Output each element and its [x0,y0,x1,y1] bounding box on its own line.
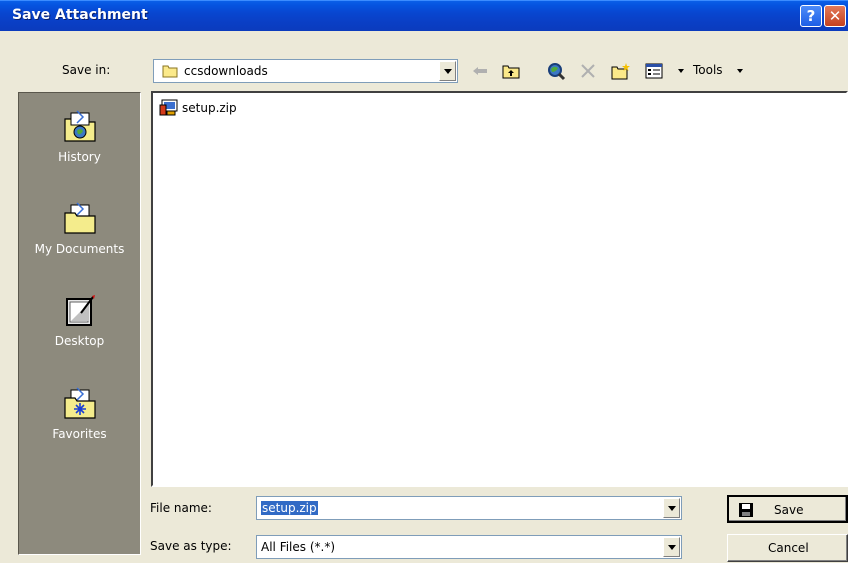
save-in-dropdown[interactable]: ccsdownloads [153,59,458,83]
place-label: Desktop [54,334,105,348]
save-button[interactable]: Save [727,495,848,523]
place-desktop[interactable]: Desktop [19,293,140,348]
help-button[interactable]: ? [800,5,822,27]
save-in-dropdown-arrow[interactable] [439,61,456,81]
favorites-icon [63,387,96,419]
save-as-type-dropdown-arrow[interactable] [663,537,680,557]
folder-icon [162,64,178,81]
cancel-button[interactable]: Cancel [727,534,848,562]
list-item[interactable]: setup.zip [159,99,237,117]
file-list[interactable]: setup.zip [151,91,848,487]
place-favorites[interactable]: Favorites [19,386,140,441]
places-bar: History My Documents Desktop Favorites [18,92,141,555]
place-label: History [58,150,101,164]
tools-dropdown-arrow[interactable] [737,69,743,73]
file-name: setup.zip [182,101,237,115]
close-button[interactable]: ✕ [824,5,846,27]
place-history[interactable]: History [19,109,140,164]
save-as-type-dropdown[interactable]: All Files (*.*) [256,535,682,559]
floppy-disk-icon [739,503,753,517]
file-name-label: File name: [150,501,212,515]
file-name-dropdown-arrow[interactable] [663,498,680,518]
tools-menu[interactable]: Tools [693,63,723,77]
back-arrow-icon[interactable] [470,60,490,82]
save-as-type-label: Save as type: [150,539,232,553]
up-folder-icon[interactable] [500,60,522,82]
desktop-icon [65,295,95,326]
place-label: My Documents [34,242,125,256]
save-in-value: ccsdownloads [184,64,268,78]
save-button-label: Save [774,503,804,517]
delete-icon[interactable] [578,60,598,82]
place-label: Favorites [52,427,107,441]
new-folder-icon[interactable] [610,60,632,82]
zip-file-icon [159,99,178,116]
place-my-documents[interactable]: My Documents [19,201,140,256]
my-documents-icon [63,202,96,234]
file-name-field[interactable]: setup.zip [256,496,682,520]
views-dropdown-arrow[interactable] [678,69,684,73]
title-bar: Save Attachment ? ✕ [0,0,848,31]
window-title: Save Attachment [12,7,148,23]
search-web-icon[interactable] [545,60,567,82]
cancel-button-label: Cancel [768,541,809,555]
file-name-value: setup.zip [261,501,318,515]
views-icon[interactable] [643,60,665,82]
history-icon [63,110,96,142]
save-as-type-value: All Files (*.*) [261,540,336,554]
save-in-label: Save in: [62,63,111,77]
